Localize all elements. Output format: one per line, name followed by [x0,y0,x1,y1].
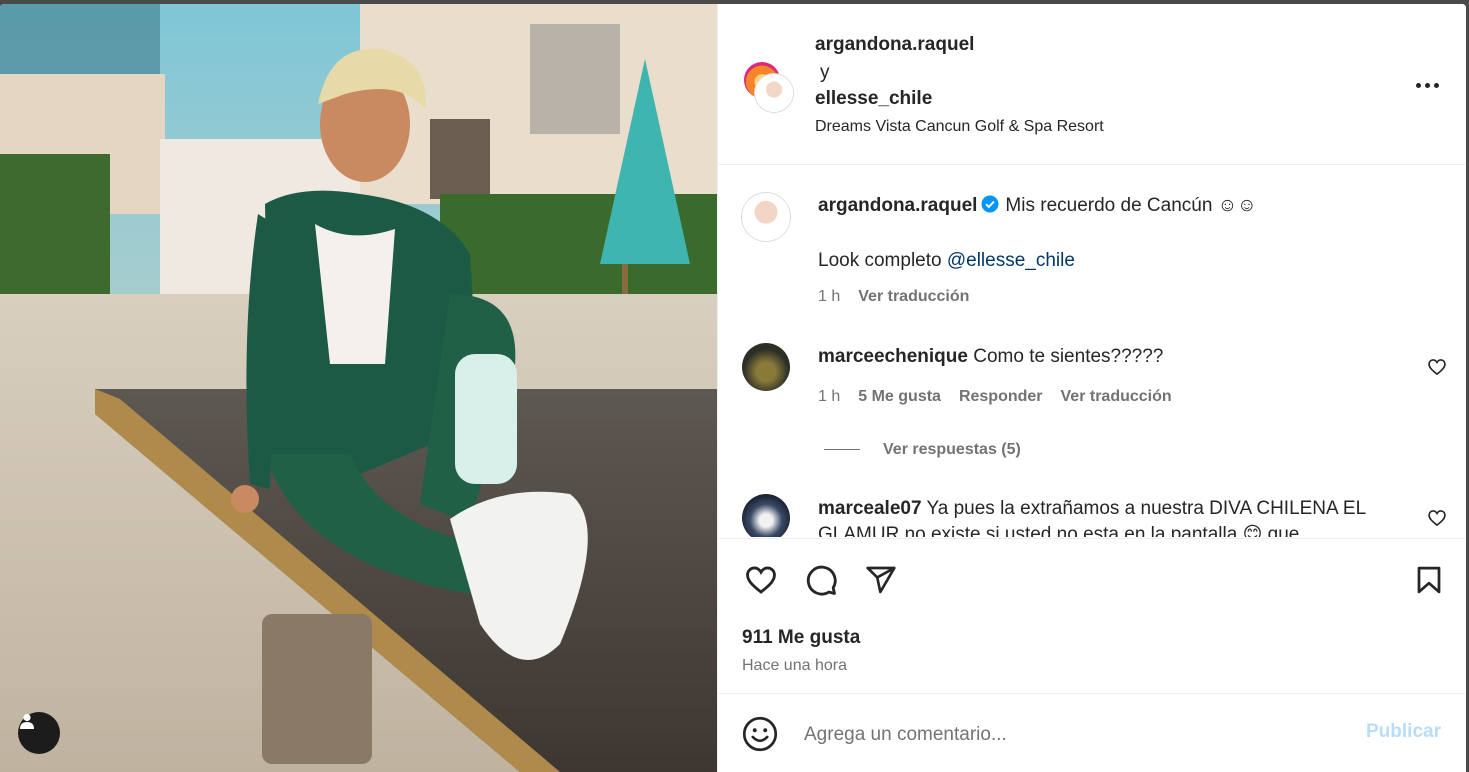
comment-text: Ya pues la extrañamos a nuestra DIVA CHI… [926,498,1367,519]
more-icon [1415,82,1421,88]
tagged-users-button[interactable] [18,712,60,754]
heart-icon [746,566,776,594]
save-button[interactable] [1410,561,1448,599]
comment-input[interactable] [802,720,1346,750]
author-username[interactable]: argandona.raquel [815,34,974,56]
likes-count[interactable]: 911 Me gusta [742,627,860,649]
post-modal: argandona.raquel y ellesse_chile Dreams … [0,4,1466,772]
verified-icon [981,195,999,213]
comments-list[interactable]: argandona.raquel Mis recuerdo de Cancún ☺… [718,165,1466,537]
comment-like-icon[interactable] [1427,508,1447,528]
caption-username[interactable]: argandona.raquel [818,195,977,216]
avatar[interactable] [742,193,790,241]
comment-body: marceechenique Como te sientes????? [818,346,1163,368]
post-photo[interactable] [0,4,717,772]
bookmark-icon [1417,566,1441,594]
post-side-panel: argandona.raquel y ellesse_chile Dreams … [717,4,1466,772]
translate-link[interactable]: Ver traducción [1061,388,1172,406]
post-header: argandona.raquel y ellesse_chile Dreams … [718,4,1466,165]
more-icon [1433,82,1439,88]
avatar[interactable] [755,74,793,112]
comment-body: marceale07 Ya pues la extrañamos a nuest… [818,498,1366,520]
avatar[interactable] [742,494,790,537]
comment-text: Como te sientes????? [973,346,1164,367]
view-replies-row: Ver respuestas (5) [883,441,1021,459]
more-icon [1424,82,1430,88]
translate-link[interactable]: Ver traducción [858,288,969,306]
emoji-icon[interactable] [742,716,778,752]
user-icon [20,713,34,729]
caption: argandona.raquel Mis recuerdo de Cancún ☺… [818,195,1257,217]
comment-likes[interactable]: 5 Me gusta [858,388,941,406]
post-location[interactable]: Dreams Vista Cancun Golf & Spa Resort [815,118,1104,136]
mention-link[interactable]: @ellesse_chile [947,250,1075,271]
caption-time[interactable]: 1 h [818,288,840,306]
caption-line-2: Look completo @ellesse_chile [818,250,1075,272]
caption-meta: 1 h Ver traducción [818,288,969,306]
like-button[interactable] [742,561,780,599]
caption-text: Mis recuerdo de Cancún ☺☺ [1005,195,1257,216]
publish-button[interactable]: Publicar [1366,721,1441,743]
comment-text-continued: GLAMUR no existe si usted no esta en la … [818,524,1300,537]
comment-meta: 1 h 5 Me gusta Responder Ver traducción [818,388,1172,406]
caption-text-2: Look completo [818,250,947,271]
collaborator-username[interactable]: ellesse_chile [815,88,932,110]
more-options-button[interactable] [1410,74,1444,96]
comment-username[interactable]: marceale07 [818,498,922,519]
comment-button[interactable] [802,561,840,599]
view-replies-button[interactable]: Ver respuestas (5) [883,441,1021,459]
author-avatars[interactable] [742,60,794,112]
post-time[interactable]: Hace una hora [742,657,847,675]
comment-username[interactable]: marceechenique [818,346,968,367]
share-button[interactable] [862,561,900,599]
send-icon [866,566,896,594]
comment-composer: Publicar [718,693,1466,772]
comment-icon [806,565,837,596]
collab-connector: y [820,62,830,83]
replies-divider [824,449,860,450]
comment-like-icon[interactable] [1427,357,1447,377]
avatar[interactable] [742,343,790,391]
post-actions: 911 Me gusta Hace una hora [718,538,1466,693]
photo-illustration [0,4,717,772]
comment-time[interactable]: 1 h [818,388,840,406]
reply-button[interactable]: Responder [959,388,1043,406]
